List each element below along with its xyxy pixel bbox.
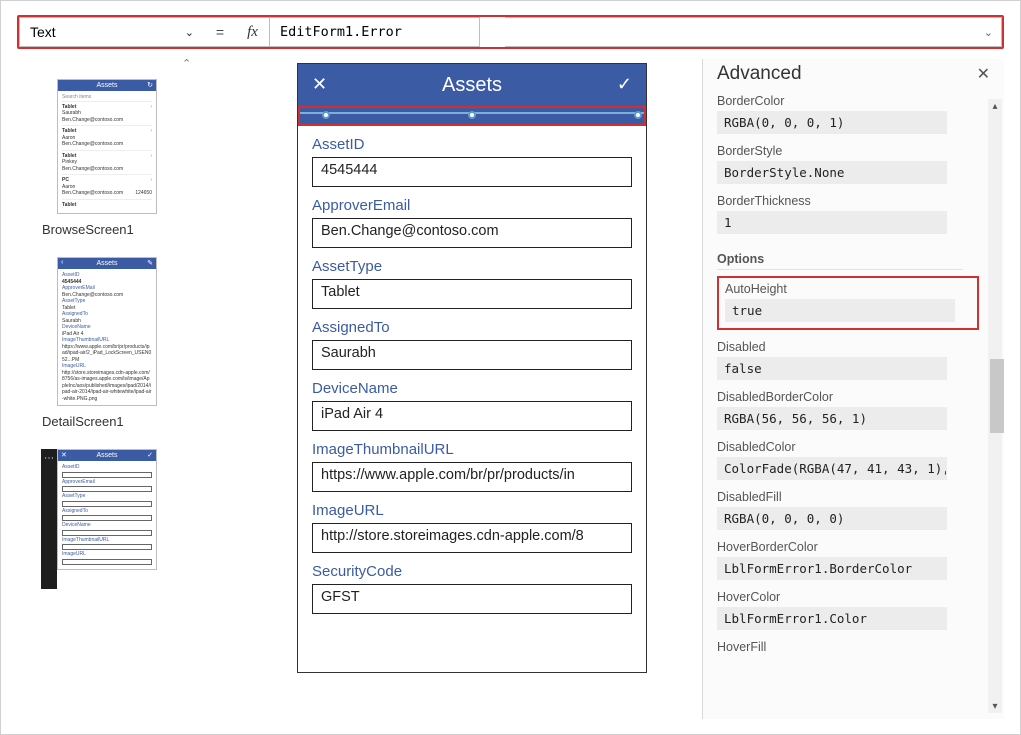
formula-text: EditForm1.Error [280,24,402,40]
field-input-assettype[interactable]: Tablet [312,279,632,309]
field-label: SecurityCode [312,563,632,580]
thumb-title: Assets [96,260,117,267]
screen-thumbnail-detail[interactable]: ‹ Assets ✎ AssetID4545444 ApproverEMailB… [57,257,157,406]
prop-value-bordercolor[interactable]: RGBA(0, 0, 0, 1) [717,111,947,134]
advanced-scrollbar[interactable]: ▴ ▾ [988,99,1002,713]
check-icon: ✓ [147,451,153,459]
prop-label: BorderColor [717,94,982,108]
field-input-assetid[interactable]: 4545444 [312,157,632,187]
property-dropdown-value: Text [30,24,56,40]
field-input-devicename[interactable]: iPad Air 4 [312,401,632,431]
form-body: AssetID 4545444 ApproverEmail Ben.Change@c… [298,126,646,614]
prop-value-disabledbordercolor[interactable]: RGBA(56, 56, 56, 1) [717,407,947,430]
formula-expand[interactable]: ⌄ [505,17,1002,47]
resize-handle-icon[interactable] [322,111,330,119]
field-input-thumburl[interactable]: https://www.apple.com/br/pr/products/in [312,462,632,492]
prop-value-hoverbordercolor[interactable]: LblFormError1.BorderColor [717,557,947,580]
prop-value-disabled[interactable]: false [717,357,947,380]
field-label: ImageURL [312,502,632,519]
selected-indicator: ⋯ [41,449,57,589]
check-icon[interactable]: ✓ [617,74,632,95]
field-input-securitycode[interactable]: GFST [312,584,632,614]
formula-bar: Text ⌄ = fx EditForm1.Error ⌄ [17,15,1004,49]
formula-input[interactable]: EditForm1.Error [270,17,480,47]
field-label: AssetID [312,136,632,153]
form-title: Assets [442,74,502,97]
prop-value-disabledcolor[interactable]: ColorFade(RGBA(47, 41, 43, 1), 70%) [717,457,947,480]
advanced-title: Advanced [717,63,802,85]
screen-thumbnail-list: Assets ↻ Search items TabletSaurabhBen.C… [17,59,187,719]
screen-thumbnail-browse[interactable]: Assets ↻ Search items TabletSaurabhBen.C… [57,79,157,214]
prop-label: DisabledBorderColor [717,390,982,404]
field-input-approveremail[interactable]: Ben.Change@contoso.com [312,218,632,248]
highlighted-autoheight: AutoHeight true [717,276,979,330]
thumb-title: Assets [96,82,117,89]
resize-handle-icon[interactable] [468,111,476,119]
prop-label: HoverBorderColor [717,540,982,554]
field-label: ImageThumbnailURL [312,441,632,458]
close-icon: ✕ [61,451,67,459]
field-label: AssetType [312,258,632,275]
field-input-imageurl[interactable]: http://store.storeimages.cdn-apple.com/8 [312,523,632,553]
prop-value-borderthickness[interactable]: 1 [717,211,947,234]
scroll-thumb[interactable] [990,359,1004,433]
fx-button[interactable]: fx [236,17,270,47]
thumb-title: Assets [96,452,117,459]
back-icon: ‹ [61,259,63,266]
field-label: DeviceName [312,380,632,397]
prop-value-borderstyle[interactable]: BorderStyle.None [717,161,947,184]
close-icon[interactable]: ✕ [312,74,327,95]
thumb-caption: BrowseScreen1 [42,222,134,237]
prop-label: AutoHeight [725,282,971,296]
refresh-icon: ↻ [147,81,153,89]
prop-label: HoverColor [717,590,982,604]
screen-thumbnail-edit[interactable]: ✕ Assets ✓ AssetID ApproverEmail AssetTy… [57,449,157,570]
scroll-up-icon[interactable]: ▴ [988,99,1002,113]
scroll-down-icon[interactable]: ▾ [988,699,1002,713]
canvas-area: ✕ Assets ✓ A AssetID 4545444 ApproverEmai… [297,59,697,719]
chevron-down-icon: ⌄ [185,26,194,39]
prop-value-autoheight[interactable]: true [725,299,955,322]
resize-handle-icon[interactable] [634,111,642,119]
section-options: Options [717,252,963,270]
field-label: AssignedTo [312,319,632,336]
edit-icon: ✎ [147,259,153,267]
prop-value-disabledfill[interactable]: RGBA(0, 0, 0, 0) [717,507,947,530]
advanced-panel: Advanced ✕ Border BorderColorRGBA(0, 0, … [702,59,1004,719]
form-header: ✕ Assets ✓ [298,64,646,106]
prop-label: BorderStyle [717,144,982,158]
field-input-assignedto[interactable]: Saurabh [312,340,632,370]
selected-error-label[interactable]: A [298,106,646,126]
label-type-badge: A [646,116,647,130]
prop-label: BorderThickness [717,194,982,208]
prop-label: HoverFill [717,640,982,654]
equals-label: = [204,17,236,47]
field-label: ApproverEmail [312,197,632,214]
property-dropdown[interactable]: Text ⌄ [19,17,204,47]
chevron-down-icon: ⌄ [984,26,993,39]
close-icon[interactable]: ✕ [977,64,990,84]
thumb-caption: DetailScreen1 [42,414,124,429]
prop-label: DisabledFill [717,490,982,504]
prop-value-hovercolor[interactable]: LblFormError1.Color [717,607,947,630]
prop-label: Disabled [717,340,982,354]
prop-label: DisabledColor [717,440,982,454]
edit-form-preview[interactable]: ✕ Assets ✓ A AssetID 4545444 ApproverEmai… [297,63,647,673]
collapse-handle-icon[interactable]: ⌃ [182,57,191,70]
